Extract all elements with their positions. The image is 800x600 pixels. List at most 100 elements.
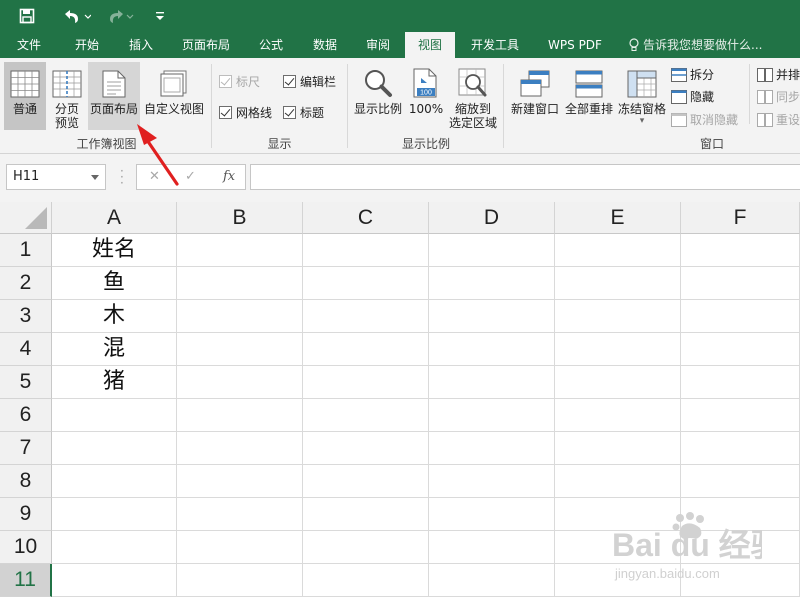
cell-c4[interactable] — [303, 333, 429, 366]
column-header-e[interactable]: E — [555, 202, 681, 234]
cell-b7[interactable] — [177, 432, 303, 465]
confirm-icon[interactable]: ✓ — [185, 169, 196, 184]
row-header-2[interactable]: 2 — [0, 267, 52, 300]
row-header-5[interactable]: 5 — [0, 366, 52, 399]
headings-checkbox[interactable]: 标题 — [283, 104, 324, 121]
tab-page-layout[interactable]: 页面布局 — [172, 32, 240, 58]
split-button[interactable]: 拆分 — [671, 66, 714, 83]
cell-a7[interactable] — [52, 432, 177, 465]
cell-e5[interactable] — [555, 366, 681, 399]
cell-a5[interactable]: 猪 — [52, 366, 177, 399]
cell-d5[interactable] — [429, 366, 555, 399]
row-header-6[interactable]: 6 — [0, 399, 52, 432]
tab-home[interactable]: 开始 — [62, 32, 112, 58]
cell-b9[interactable] — [177, 498, 303, 531]
cell-f7[interactable] — [681, 432, 800, 465]
page-layout-view-button[interactable]: 页面布局 — [88, 62, 140, 130]
cell-d1[interactable] — [429, 234, 555, 267]
new-window-button[interactable]: 新建窗口 — [508, 62, 562, 130]
row-header-3[interactable]: 3 — [0, 300, 52, 333]
cell-b1[interactable] — [177, 234, 303, 267]
column-header-b[interactable]: B — [177, 202, 303, 234]
select-all-button[interactable] — [0, 202, 52, 234]
column-header-d[interactable]: D — [429, 202, 555, 234]
cell-a8[interactable] — [52, 465, 177, 498]
row-header-1[interactable]: 1 — [0, 234, 52, 267]
cell-b6[interactable] — [177, 399, 303, 432]
cell-f1[interactable] — [681, 234, 800, 267]
cell-d11[interactable] — [429, 564, 555, 597]
gridlines-checkbox[interactable]: 网格线 — [219, 104, 272, 121]
save-icon[interactable] — [14, 0, 40, 32]
tab-wps-pdf[interactable]: WPS PDF — [536, 32, 614, 58]
view-side-by-side-button[interactable]: 并排 — [757, 66, 800, 83]
tab-insert[interactable]: 插入 — [116, 32, 166, 58]
undo-icon[interactable] — [58, 0, 94, 32]
cell-d9[interactable] — [429, 498, 555, 531]
cell-a1[interactable]: 姓名 — [52, 234, 177, 267]
reset-window-position-button[interactable]: 重设 — [757, 111, 800, 128]
cell-e1[interactable] — [555, 234, 681, 267]
cell-c5[interactable] — [303, 366, 429, 399]
tab-formulas[interactable]: 公式 — [248, 32, 294, 58]
cell-f2[interactable] — [681, 267, 800, 300]
tab-view[interactable]: 视图 — [405, 32, 455, 58]
cell-f8[interactable] — [681, 465, 800, 498]
column-header-c[interactable]: C — [303, 202, 429, 234]
unhide-window-button[interactable]: 取消隐藏 — [671, 111, 738, 128]
chevron-down-icon[interactable] — [91, 175, 99, 180]
redo-icon[interactable] — [103, 0, 137, 32]
formula-input[interactable] — [250, 164, 800, 190]
cell-a6[interactable] — [52, 399, 177, 432]
cell-c6[interactable] — [303, 399, 429, 432]
cell-e3[interactable] — [555, 300, 681, 333]
cell-b4[interactable] — [177, 333, 303, 366]
cell-b3[interactable] — [177, 300, 303, 333]
zoom-100-button[interactable]: 100 100% — [406, 62, 446, 130]
row-header-10[interactable]: 10 — [0, 531, 52, 564]
customize-toolbar-icon[interactable] — [150, 0, 170, 32]
cell-c8[interactable] — [303, 465, 429, 498]
hide-window-button[interactable]: 隐藏 — [671, 88, 714, 105]
synchronous-scrolling-button[interactable]: 同步 — [757, 88, 800, 105]
cell-e6[interactable] — [555, 399, 681, 432]
cell-a2[interactable]: 鱼 — [52, 267, 177, 300]
ruler-checkbox[interactable]: 标尺 — [219, 73, 260, 90]
arrange-all-button[interactable]: 全部重排 — [563, 62, 615, 130]
tell-me-search[interactable]: 告诉我您想要做什么... — [628, 32, 762, 58]
page-break-preview-button[interactable]: 分页 预览 — [46, 62, 88, 132]
cell-a11[interactable] — [52, 564, 177, 597]
row-header-11[interactable]: 11 — [0, 564, 52, 597]
row-header-7[interactable]: 7 — [0, 432, 52, 465]
normal-view-button[interactable]: 普通 — [4, 62, 46, 130]
tab-file[interactable]: 文件 — [6, 32, 52, 58]
cell-c1[interactable] — [303, 234, 429, 267]
row-header-8[interactable]: 8 — [0, 465, 52, 498]
tab-data[interactable]: 数据 — [302, 32, 348, 58]
cell-c10[interactable] — [303, 531, 429, 564]
cell-b10[interactable] — [177, 531, 303, 564]
zoom-to-selection-button[interactable]: 缩放到 选定区域 — [448, 62, 498, 132]
cell-d4[interactable] — [429, 333, 555, 366]
cell-d8[interactable] — [429, 465, 555, 498]
cell-b2[interactable] — [177, 267, 303, 300]
row-header-9[interactable]: 9 — [0, 498, 52, 531]
cell-d7[interactable] — [429, 432, 555, 465]
zoom-button[interactable]: 显示比例 — [352, 62, 404, 130]
cell-a4[interactable]: 混 — [52, 333, 177, 366]
column-header-a[interactable]: A — [52, 202, 177, 234]
cell-c2[interactable] — [303, 267, 429, 300]
column-header-f[interactable]: F — [681, 202, 800, 234]
cell-c9[interactable] — [303, 498, 429, 531]
tab-review[interactable]: 审阅 — [355, 32, 401, 58]
custom-views-button[interactable]: 自定义视图 — [141, 62, 207, 130]
freeze-panes-button[interactable]: 冻结窗格 ▾ — [616, 62, 668, 132]
cell-d2[interactable] — [429, 267, 555, 300]
cell-f3[interactable] — [681, 300, 800, 333]
cell-d10[interactable] — [429, 531, 555, 564]
cell-b8[interactable] — [177, 465, 303, 498]
cell-e4[interactable] — [555, 333, 681, 366]
cell-e2[interactable] — [555, 267, 681, 300]
cell-c11[interactable] — [303, 564, 429, 597]
formula-bar-checkbox[interactable]: 编辑栏 — [283, 73, 336, 90]
